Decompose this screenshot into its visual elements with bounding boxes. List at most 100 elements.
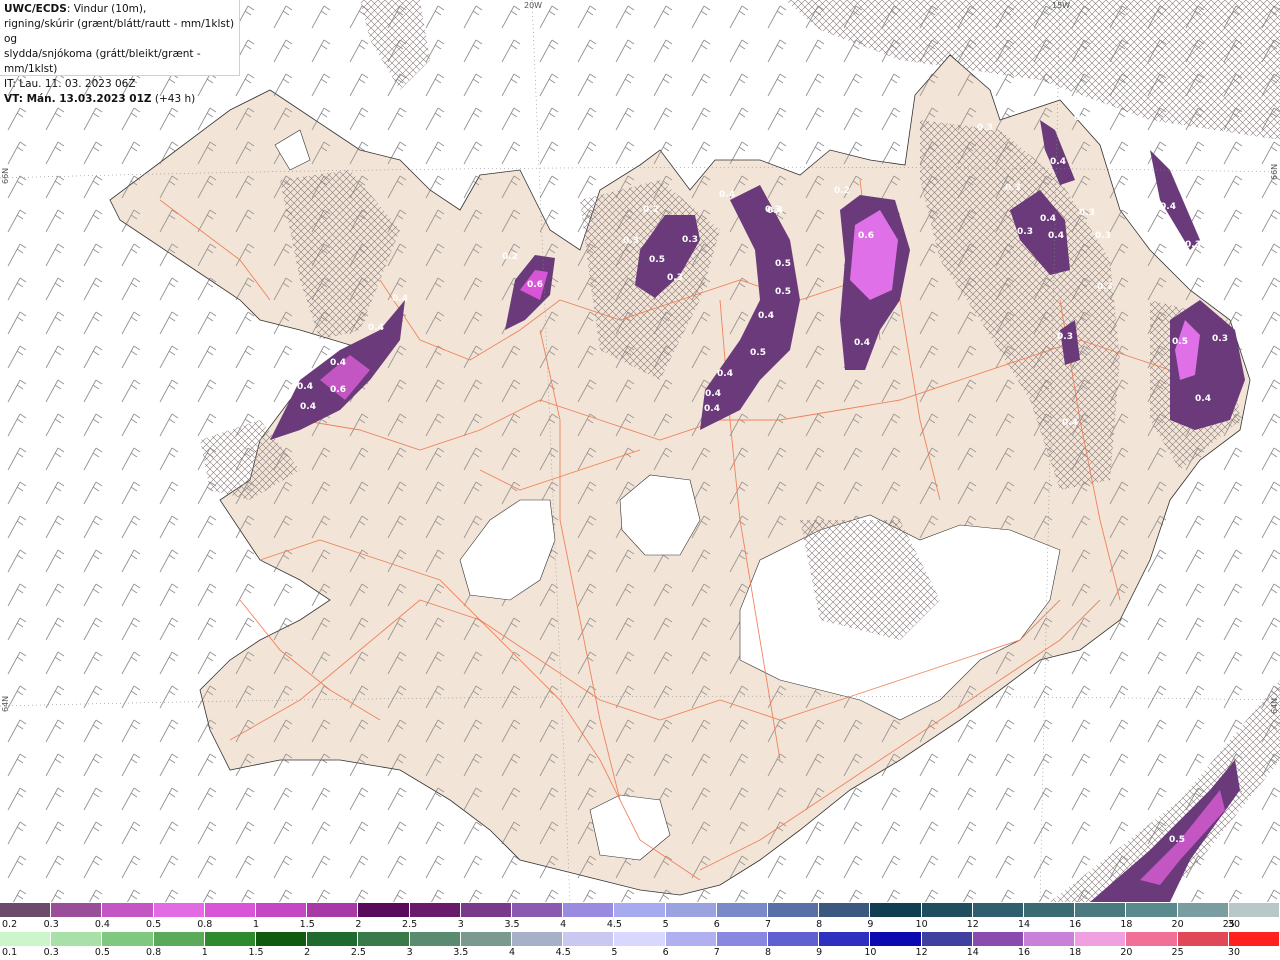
legend-tick-label: 1.5 (299, 919, 315, 930)
info-line-rain: rigning/skúrir (grænt/blátt/rautt - mm/1… (4, 18, 235, 45)
precip-value-label: 0.4 (1048, 231, 1064, 241)
legend-swatch (307, 932, 359, 946)
legend-tick-label: 0.3 (43, 947, 59, 958)
legend-swatch (102, 932, 154, 946)
legend-tick-label: 0.4 (94, 919, 110, 930)
legend-tick-label: 8 (816, 919, 823, 930)
precip-value-label: 0.4 (1050, 157, 1066, 167)
precip-value-label: 0.4 (854, 338, 870, 348)
precip-value-label: 0.5 (1169, 835, 1185, 845)
precip-value-label: 0.2 (834, 186, 850, 196)
lon-label-20w: 20W (524, 1, 543, 10)
legend-swatch (256, 903, 308, 917)
legend-tick-label: 25 (1171, 947, 1184, 958)
precip-value-label: 0.3 (1185, 240, 1201, 250)
legend-swatch (921, 903, 973, 917)
precip-value-label: 0.4 (717, 369, 733, 379)
precip-value-label: 0.4 (368, 323, 384, 333)
legend-tick-label: 9 (867, 919, 874, 930)
legend-swatch (102, 903, 154, 917)
precip-value-label: 0.6 (330, 385, 346, 395)
legend-tick-label: 20 (1171, 919, 1184, 930)
precip-value-label: 0.4 (300, 402, 316, 412)
precip-value-label: 0.3 (1017, 227, 1033, 237)
legend-swatch (358, 932, 410, 946)
legend-swatch (1228, 932, 1280, 946)
legend-tick-label: 0.5 (94, 947, 110, 958)
legend-swatch (409, 903, 461, 917)
legend-rain: 0.1 0.3 0.5 0.8 1 1.5 2 2.5 3 3.5 4 4.5 5 6 7 8 9 10 12 14 1… (0, 932, 1280, 960)
legend-swatch (1177, 932, 1229, 946)
precip-value-label: 0.3 (1005, 183, 1021, 193)
precip-value-label: 0.3 (1212, 334, 1228, 344)
info-initial-time: IT: Lau. 11. 03. 2023 06Z (4, 78, 136, 90)
legend-swatch (972, 903, 1025, 917)
legend-swatch (1126, 932, 1178, 946)
legend-swatch (204, 903, 257, 917)
legend-swatch (870, 903, 922, 917)
legend-swatch (1075, 903, 1127, 917)
legend-swatch (512, 932, 564, 946)
legend-tick-label: 18 (1069, 947, 1082, 958)
precip-value-label: 0.5 (750, 348, 766, 358)
legend-swatch (409, 932, 461, 946)
legend-tick-label: 0.2 (2, 919, 18, 930)
weather-map: 0.40.4 0.60.40.40.40.60.20.20.40.30.30.50… (0, 0, 1280, 902)
lat-label-64n-right: 64N (1270, 697, 1279, 714)
legend-tick-label: 4 (508, 947, 516, 958)
legend-tick-label: 16 (1017, 947, 1031, 958)
legend-tick-label: 2.5 (350, 947, 366, 958)
legend-tick-label: 3.5 (504, 919, 520, 930)
legend-swatch (1126, 903, 1178, 917)
legend-snow-labels: 0.2 0.3 0.4 0.5 0.8 1 1.5 2 2.5 3 3.5 4 4.5 5 6 7 8 9 10 12… (0, 919, 1280, 931)
legend-swatch (460, 932, 513, 946)
legend-tick-label: 5 (611, 947, 618, 958)
precip-value-label: 0.4 (758, 311, 774, 321)
legend-tick-label: 0.1 (2, 947, 18, 958)
legend-tick-label: 20 (1120, 947, 1133, 958)
legend-swatch (1024, 932, 1076, 946)
legend-swatch (972, 932, 1025, 946)
legend-swatch (153, 932, 205, 946)
legend-swatch (921, 932, 973, 946)
legend-swatch (0, 903, 52, 917)
legend-tick-label: 1 (201, 947, 208, 958)
legend-swatch (307, 903, 359, 917)
precip-value-label: 0.3 (682, 235, 698, 245)
precip-value-label: 0.4 (704, 404, 720, 414)
legend-tick-label: 12 (915, 947, 928, 958)
legend-tick-label: 10 (915, 919, 928, 930)
precip-value-label: 0.2 (643, 205, 659, 215)
lat-label-66n-right: 66N (1270, 163, 1279, 180)
precip-value-label: 0.3 (765, 205, 781, 215)
legend-tick-label: 0.8 (146, 947, 162, 958)
legend-tick-label: 3 (406, 947, 413, 958)
precip-value-label: 0.3 (1057, 332, 1073, 342)
legend-swatch (256, 932, 308, 946)
legend-tick-label: 8 (764, 947, 772, 958)
legend-tick-label: 2 (304, 947, 311, 958)
legend-rain-colorbar (0, 932, 1280, 946)
legend-swatch (716, 903, 769, 917)
legend-tick-label: 14 (966, 947, 979, 958)
info-title-rest: : Vindur (10m), (66, 3, 147, 15)
legend-swatch (870, 932, 922, 946)
legend-swatch (768, 932, 820, 946)
legend-tick-label: 18 (1120, 919, 1133, 930)
legend-swatch (1177, 903, 1229, 917)
precip-value-label: 0.2 (502, 252, 518, 262)
precip-value-label: 0.4 (1160, 202, 1176, 212)
legend-tick-label: 3.5 (453, 947, 469, 958)
precip-value-label: 0.3 (1097, 282, 1113, 292)
legend-swatch (819, 903, 871, 917)
lat-label-66n-left: 66N (1, 167, 10, 184)
precip-value-label: 0.4 (330, 358, 346, 368)
legend-swatch (153, 903, 205, 917)
legend-tick-label: 4.5 (606, 919, 622, 930)
legend-tick-label: 10 (864, 947, 877, 958)
legend-tick-label: 0.3 (43, 919, 59, 930)
info-lead-time: (+43 h) (151, 93, 196, 105)
precip-value-label: 0.3 (667, 273, 683, 283)
legend-swatch (0, 932, 52, 946)
precip-value-label: 0.4 (719, 190, 735, 200)
